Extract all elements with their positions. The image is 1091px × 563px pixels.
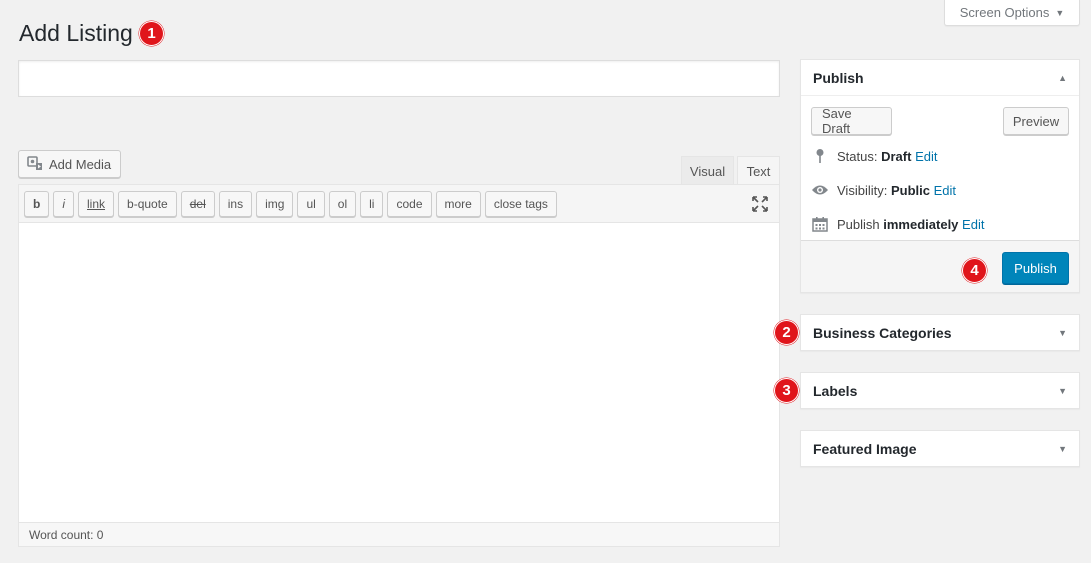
labels-title: Labels — [813, 383, 858, 399]
qt-li-button[interactable]: li — [360, 190, 384, 217]
calendar-icon — [811, 215, 829, 233]
business-categories-box: Business Categories ▼ — [800, 314, 1080, 351]
publish-date-row: Publish immediately Edit — [811, 215, 984, 233]
publishing-actions: Publish — [801, 240, 1079, 292]
labels-header[interactable]: Labels ▼ — [801, 373, 1079, 409]
edit-visibility-link[interactable]: Edit — [934, 183, 956, 198]
content-editor: b i link b-quote del ins img ul ol li co… — [18, 184, 780, 547]
screen-options-label: Screen Options — [959, 5, 1050, 20]
screen-options-button[interactable]: Screen Options ▼ — [944, 0, 1080, 26]
edit-publish-date-link[interactable]: Edit — [962, 217, 984, 232]
qt-del-button[interactable]: del — [180, 190, 215, 217]
media-icon — [27, 155, 43, 174]
tab-visual[interactable]: Visual — [681, 156, 734, 185]
page-title: Add Listing — [19, 20, 133, 46]
content-textarea[interactable] — [19, 223, 779, 523]
post-status-row: Status: Draft Edit — [811, 147, 937, 165]
qt-more-button[interactable]: more — [435, 190, 481, 217]
qt-close-tags-button[interactable]: close tags — [484, 190, 557, 217]
featured-image-title: Featured Image — [813, 441, 917, 457]
eye-icon — [811, 181, 829, 199]
visibility-label: Visibility: — [837, 182, 888, 198]
visibility-row: Visibility: Public Edit — [811, 181, 956, 199]
caret-down-icon: ▼ — [1055, 7, 1065, 18]
quicktags-toolbar: b i link b-quote del ins img ul ol li co… — [19, 185, 779, 223]
annotation-badge-3: 3 — [774, 378, 799, 403]
annotation-badge-4: 4 — [962, 258, 987, 283]
qt-code-button[interactable]: code — [387, 190, 432, 217]
featured-image-box: Featured Image ▼ — [800, 430, 1080, 467]
status-label: Status: — [837, 148, 878, 164]
publish-box-header[interactable]: Publish ▲ — [801, 60, 1079, 96]
listing-title-input[interactable] — [18, 60, 780, 97]
collapse-down-icon[interactable]: ▼ — [1058, 444, 1067, 454]
qt-bold-button[interactable]: b — [24, 190, 50, 217]
qt-ul-button[interactable]: ul — [297, 190, 325, 217]
pin-icon — [811, 147, 829, 165]
collapse-down-icon[interactable]: ▼ — [1058, 328, 1067, 338]
annotation-badge-1: 1 — [139, 21, 164, 46]
publish-box: Publish ▲ Save Draft Preview Status: Dra… — [800, 59, 1080, 293]
add-media-label: Add Media — [49, 156, 112, 172]
publish-date-value: immediately — [883, 216, 959, 232]
add-media-button[interactable]: Add Media — [18, 150, 121, 178]
publish-box-title: Publish — [813, 69, 864, 86]
business-categories-header[interactable]: Business Categories ▼ — [801, 315, 1079, 351]
labels-box: Labels ▼ — [800, 372, 1080, 409]
qt-img-button[interactable]: img — [256, 190, 294, 217]
featured-image-header[interactable]: Featured Image ▼ — [801, 431, 1079, 467]
collapse-up-icon[interactable]: ▲ — [1058, 73, 1067, 83]
edit-status-link[interactable]: Edit — [915, 149, 937, 164]
save-draft-button[interactable]: Save Draft — [811, 106, 892, 136]
preview-button[interactable]: Preview — [1003, 107, 1069, 135]
qt-blockquote-button[interactable]: b-quote — [118, 190, 177, 217]
tab-text[interactable]: Text — [737, 156, 780, 185]
qt-italic-button[interactable]: i — [53, 190, 75, 217]
visibility-value: Public — [890, 182, 930, 198]
status-value: Draft — [881, 148, 912, 164]
collapse-down-icon[interactable]: ▼ — [1058, 386, 1067, 396]
qt-link-button[interactable]: link — [78, 190, 115, 217]
qt-ins-button[interactable]: ins — [218, 190, 253, 217]
annotation-badge-2: 2 — [774, 320, 799, 345]
publish-date-label: Publish — [837, 216, 880, 232]
word-count: Word count: 0 — [19, 522, 779, 546]
publish-button[interactable]: Publish — [1002, 252, 1069, 284]
fullscreen-icon[interactable] — [751, 195, 769, 213]
business-categories-title: Business Categories — [813, 325, 952, 341]
qt-ol-button[interactable]: ol — [328, 190, 357, 217]
